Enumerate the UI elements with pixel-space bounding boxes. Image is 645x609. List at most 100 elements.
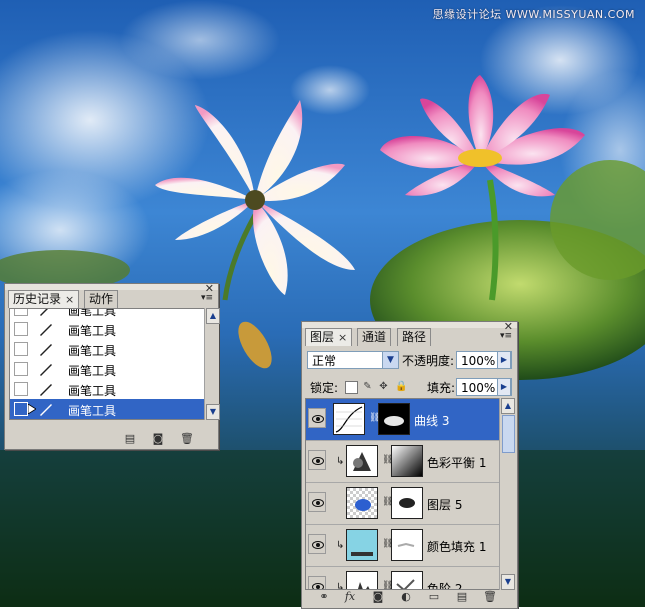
visibility-eye-icon[interactable] xyxy=(308,492,326,512)
opacity-slider-arrow-icon[interactable]: ▶ xyxy=(497,351,511,369)
tab-paths[interactable]: 路径 xyxy=(397,328,432,346)
tab-layers[interactable]: 图层 × xyxy=(305,328,353,346)
add-mask-icon[interactable]: ◙ xyxy=(371,590,385,603)
layer-row[interactable]: ↳ ⛓ 色阶 2 xyxy=(306,567,500,589)
lock-label: 锁定: xyxy=(310,381,339,395)
history-item-label: 画笔工具 xyxy=(68,364,117,378)
snapshot-source-checkbox[interactable] xyxy=(14,402,28,416)
lock-transparent-icon[interactable] xyxy=(345,381,358,394)
clipping-mask-icon: ↳ xyxy=(336,540,345,551)
fill-value: 100% xyxy=(461,381,496,395)
history-scrollbar[interactable]: ▲ ▼ xyxy=(204,308,220,420)
list-item[interactable]: 画笔工具 xyxy=(10,319,205,340)
opacity-label: 不透明度: xyxy=(402,354,455,368)
panel-menu-icon[interactable]: ▾≡ xyxy=(200,292,214,304)
history-item-label: 画笔工具 xyxy=(68,384,117,398)
blend-mode-value: 正常 xyxy=(312,354,337,368)
snapshot-source-checkbox[interactable] xyxy=(14,322,28,336)
layer-name: 图层 5 xyxy=(427,498,463,512)
tab-channels[interactable]: 通道 xyxy=(357,328,392,346)
visibility-eye-icon[interactable] xyxy=(308,408,326,428)
layer-row[interactable]: ↳ ⛓ 颜色填充 1 xyxy=(306,525,500,567)
history-tabs: 历史记录 × 动作 xyxy=(8,290,215,308)
fill-label: 填充: xyxy=(427,381,456,395)
trash-icon[interactable]: 🗑 xyxy=(180,432,194,445)
snapshot-source-checkbox[interactable] xyxy=(14,309,28,316)
layer-mask-thumbnail[interactable] xyxy=(391,445,423,477)
scroll-up-icon[interactable]: ▲ xyxy=(501,398,515,414)
history-state-slider-icon[interactable] xyxy=(28,404,36,414)
history-footer: ▤ ◙ 🗑 xyxy=(5,431,218,447)
link-layers-icon[interactable]: ⚭ xyxy=(317,590,331,603)
new-group-icon[interactable]: ▭ xyxy=(427,590,441,603)
adjustment-layer-icon[interactable]: ◐ xyxy=(399,590,413,603)
opacity-value: 100% xyxy=(461,354,496,368)
layer-row[interactable]: ⛓ 图层 5 xyxy=(306,483,500,525)
history-item-label: 画笔工具 xyxy=(68,344,117,358)
tab-history[interactable]: 历史记录 × xyxy=(8,290,80,308)
lock-position-icon[interactable]: ✥ xyxy=(378,381,389,392)
layer-mask-thumbnail[interactable] xyxy=(378,403,410,435)
link-icon[interactable]: ⛓ xyxy=(382,539,393,550)
snapshot-source-checkbox[interactable] xyxy=(14,382,28,396)
color-balance-adjustment-thumbnail xyxy=(346,445,378,477)
list-item-selected[interactable]: 画笔工具 xyxy=(10,399,205,419)
visibility-eye-icon[interactable] xyxy=(308,576,326,589)
history-item-label: 画笔工具 xyxy=(68,324,117,338)
lock-all-icon[interactable]: 🔒 xyxy=(395,381,407,392)
lock-image-icon[interactable]: ✎ xyxy=(362,381,373,392)
blend-opacity-row: 正常 ▼ 不透明度: 100% ▶ xyxy=(305,348,514,370)
tab-history-label: 历史记录 xyxy=(13,292,62,306)
brush-icon xyxy=(40,404,52,416)
history-item-label: 画笔工具 xyxy=(68,404,117,418)
trash-icon[interactable]: 🗑 xyxy=(483,590,497,603)
history-item-label: 画笔工具 xyxy=(68,308,117,318)
layers-scrollbar[interactable]: ▲ ▼ xyxy=(499,398,515,590)
tab-actions[interactable]: 动作 xyxy=(84,290,119,308)
layers-tabs: 图层 × 通道 路径 xyxy=(305,328,514,346)
fill-slider-arrow-icon[interactable]: ▶ xyxy=(497,378,511,396)
layer-row[interactable]: ⛓ 曲线 3 xyxy=(306,399,500,441)
tab-close-icon[interactable]: × xyxy=(65,293,74,306)
link-icon[interactable]: ⛓ xyxy=(369,413,380,424)
layers-panel: ✕ 图层 × 通道 路径 ▾≡ 正常 ▼ 不透明度: 100% ▶ 锁定: ✎ ✥… xyxy=(301,320,518,609)
lock-fill-row: 锁定: ✎ ✥ 🔒 填充: 100% ▶ xyxy=(305,375,514,397)
chevron-down-icon[interactable]: ▼ xyxy=(382,352,398,368)
visibility-eye-icon[interactable] xyxy=(308,534,326,554)
layer-mask-thumbnail[interactable] xyxy=(391,529,423,561)
snapshot-source-checkbox[interactable] xyxy=(14,362,28,376)
layer-mask-thumbnail[interactable] xyxy=(391,487,423,519)
tab-actions-label: 动作 xyxy=(89,292,114,306)
new-document-from-state-icon[interactable]: ▤ xyxy=(123,432,137,445)
layer-row[interactable]: ↳ ⛓ 色彩平衡 1 xyxy=(306,441,500,483)
scroll-down-icon[interactable]: ▼ xyxy=(501,574,515,590)
scrollbar-thumb[interactable] xyxy=(502,415,515,453)
scroll-down-icon[interactable]: ▼ xyxy=(206,404,220,420)
pixel-layer-thumbnail xyxy=(346,487,378,519)
layers-list: ⛓ 曲线 3 ↳ ⛓ 色彩平衡 1 ⛓ 图层 5 ↳ ⛓ 颜色填充 1 ↳ ⛓ … xyxy=(305,398,501,590)
list-item[interactable]: 画笔工具 xyxy=(10,379,205,400)
snapshot-source-checkbox[interactable] xyxy=(14,342,28,356)
scroll-up-icon[interactable]: ▲ xyxy=(206,308,220,324)
new-snapshot-icon[interactable]: ◙ xyxy=(151,432,165,445)
link-icon[interactable]: ⛓ xyxy=(382,455,393,466)
levels-adjustment-thumbnail xyxy=(346,571,378,589)
layer-name: 色彩平衡 1 xyxy=(427,456,487,470)
layers-footer: ⚭ fx ◙ ◐ ▭ ▤ 🗑 xyxy=(305,589,514,607)
layer-name: 曲线 3 xyxy=(414,414,450,428)
blend-mode-select[interactable]: 正常 ▼ xyxy=(307,351,399,369)
layer-name: 颜色填充 1 xyxy=(427,540,487,554)
fx-icon[interactable]: fx xyxy=(343,590,357,603)
list-item[interactable]: 画笔工具 xyxy=(10,339,205,360)
tab-paths-label: 路径 xyxy=(402,330,427,344)
brush-icon xyxy=(40,364,52,376)
panel-menu-icon[interactable]: ▾≡ xyxy=(499,330,513,342)
link-icon[interactable]: ⛓ xyxy=(382,497,393,508)
tab-close-icon[interactable]: × xyxy=(338,331,347,344)
new-layer-icon[interactable]: ▤ xyxy=(455,590,469,603)
color-fill-thumbnail xyxy=(346,529,378,561)
layer-mask-thumbnail[interactable] xyxy=(391,571,423,589)
list-item[interactable]: 画笔工具 xyxy=(10,359,205,380)
clipping-mask-icon: ↳ xyxy=(336,456,345,467)
visibility-eye-icon[interactable] xyxy=(308,450,326,470)
